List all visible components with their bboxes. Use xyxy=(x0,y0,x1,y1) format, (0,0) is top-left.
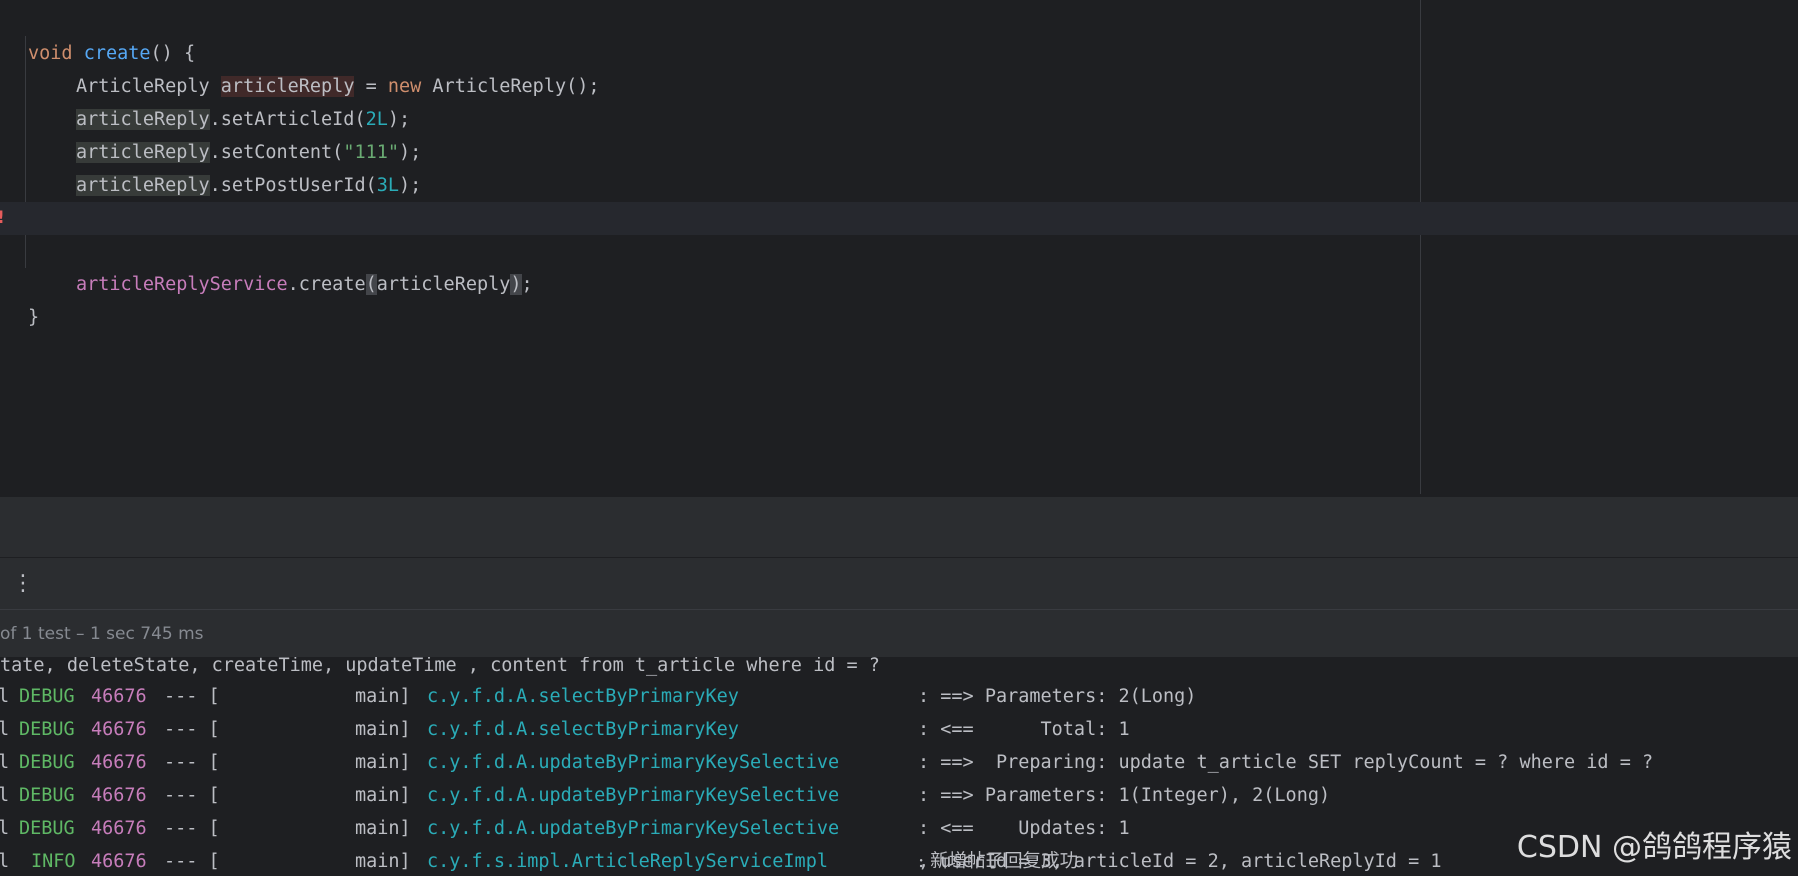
log-pid: 46676 xyxy=(91,686,147,707)
code-line-2[interactable]: ArticleReply articleReply = new ArticleR… xyxy=(0,37,1798,97)
code-line-4[interactable]: articleReply.setContent("111"); xyxy=(0,103,1798,163)
log-pid: 46676 xyxy=(91,785,147,806)
log-pid: 46676 xyxy=(91,851,147,872)
code-line-1[interactable]: void create() { xyxy=(0,4,1798,64)
log-line: l DEBUG 46676 --- [ main] c.y.f.d.A.upda… xyxy=(0,746,1653,779)
log-thread: main] xyxy=(355,818,411,839)
number-literal: 3L xyxy=(376,175,400,196)
code-line-5[interactable]: articleReply.setPostUserId(3L); xyxy=(0,136,1798,196)
log-message: : ==> Parameters: 2(Long) xyxy=(918,686,1197,707)
log-logger-link[interactable]: c.y.f.s.impl.ArticleReplyServiceImpl xyxy=(427,845,828,876)
log-logger-link[interactable]: c.y.f.d.A.selectByPrimaryKey xyxy=(427,713,739,746)
run-panel-header xyxy=(0,496,1798,557)
log-separator: --- [ xyxy=(164,752,220,773)
log-level: DEBUG xyxy=(19,752,75,773)
log-logger-link[interactable]: c.y.f.d.A.selectByPrimaryKey xyxy=(427,680,739,713)
log-message: , userId = 3, articleId = 2, articleRepl… xyxy=(918,851,1442,872)
log-logger-link[interactable]: c.y.f.d.A.updateByPrimaryKeySelective xyxy=(427,746,839,779)
log-line: l DEBUG 46676 --- [ main] c.y.f.d.A.upda… xyxy=(0,812,1130,845)
method-call[interactable]: .setPostUserId( xyxy=(210,175,377,196)
code-line-7-current[interactable]: ! articleReplyService.create(articleRepl… xyxy=(0,202,1798,295)
log-message: : <== Total: 1 xyxy=(918,719,1130,740)
log-message: : <== Updates: 1 xyxy=(918,818,1130,839)
run-toolbar: ⋮ xyxy=(0,557,1798,610)
log-line: l DEBUG 46676 --- [ main] c.y.f.d.A.upda… xyxy=(0,779,1330,812)
log-line: l DEBUG 46676 --- [ main] c.y.f.d.A.sele… xyxy=(0,713,1130,746)
log-text: tate, deleteState, createTime, updateTim… xyxy=(0,657,880,676)
log-level: DEBUG xyxy=(19,785,75,806)
log-logger-link[interactable]: c.y.f.d.A.updateByPrimaryKeySelective xyxy=(427,812,839,845)
log-pid: 46676 xyxy=(91,818,147,839)
log-prefix: l xyxy=(0,719,10,740)
log-pid: 46676 xyxy=(91,719,147,740)
log-separator: --- [ xyxy=(164,851,220,872)
log-separator: --- [ xyxy=(164,719,220,740)
log-thread: main] xyxy=(355,785,411,806)
log-prefix: l xyxy=(0,785,10,806)
statement-end: ); xyxy=(399,175,422,196)
log-line: l INFO 46676 --- [ main] c.y.f.s.impl.Ar… xyxy=(0,845,1441,876)
csdn-watermark: CSDN @鸽鸽程序猿 xyxy=(1516,830,1792,865)
log-level: DEBUG xyxy=(19,818,75,839)
log-level: DEBUG xyxy=(19,719,75,740)
log-prefix: l xyxy=(0,818,10,839)
code-line-3[interactable]: articleReply.setArticleId(2L); xyxy=(0,70,1798,130)
log-thread: main] xyxy=(355,719,411,740)
test-result-summary: of 1 test – 1 sec 745 ms xyxy=(0,624,204,644)
closing-brace: } xyxy=(28,307,40,328)
log-line-partial: tate, deleteState, createTime, updateTim… xyxy=(0,657,880,682)
log-prefix: l xyxy=(0,851,10,872)
code-editor[interactable]: void create() { ArticleReply articleRepl… xyxy=(0,0,1798,496)
variable-usage[interactable]: articleReply xyxy=(76,175,210,196)
log-thread: main] xyxy=(355,752,411,773)
test-status-bar: of 1 test – 1 sec 745 ms xyxy=(0,609,1798,658)
log-pid: 46676 xyxy=(91,752,147,773)
log-separator: --- [ xyxy=(164,686,220,707)
code-line-9[interactable]: } xyxy=(0,268,1798,328)
log-logger-link[interactable]: c.y.f.d.A.updateByPrimaryKeySelective xyxy=(427,779,839,812)
log-message: : ==> Preparing: update t_article SET re… xyxy=(918,752,1654,773)
log-level: INFO xyxy=(31,851,76,872)
log-separator: --- [ xyxy=(164,785,220,806)
log-separator: --- [ xyxy=(164,818,220,839)
log-message: : ==> Parameters: 1(Integer), 2(Long) xyxy=(918,785,1331,806)
log-thread: main] xyxy=(355,686,411,707)
error-bulb-icon[interactable]: ! xyxy=(0,209,11,227)
log-line: l DEBUG 46676 --- [ main] c.y.f.d.A.sele… xyxy=(0,680,1196,713)
log-thread: main] xyxy=(355,851,411,872)
more-vertical-icon[interactable]: ⋮ xyxy=(12,568,34,600)
log-level: DEBUG xyxy=(19,686,75,707)
log-prefix: l xyxy=(0,686,10,707)
log-prefix: l xyxy=(0,752,10,773)
